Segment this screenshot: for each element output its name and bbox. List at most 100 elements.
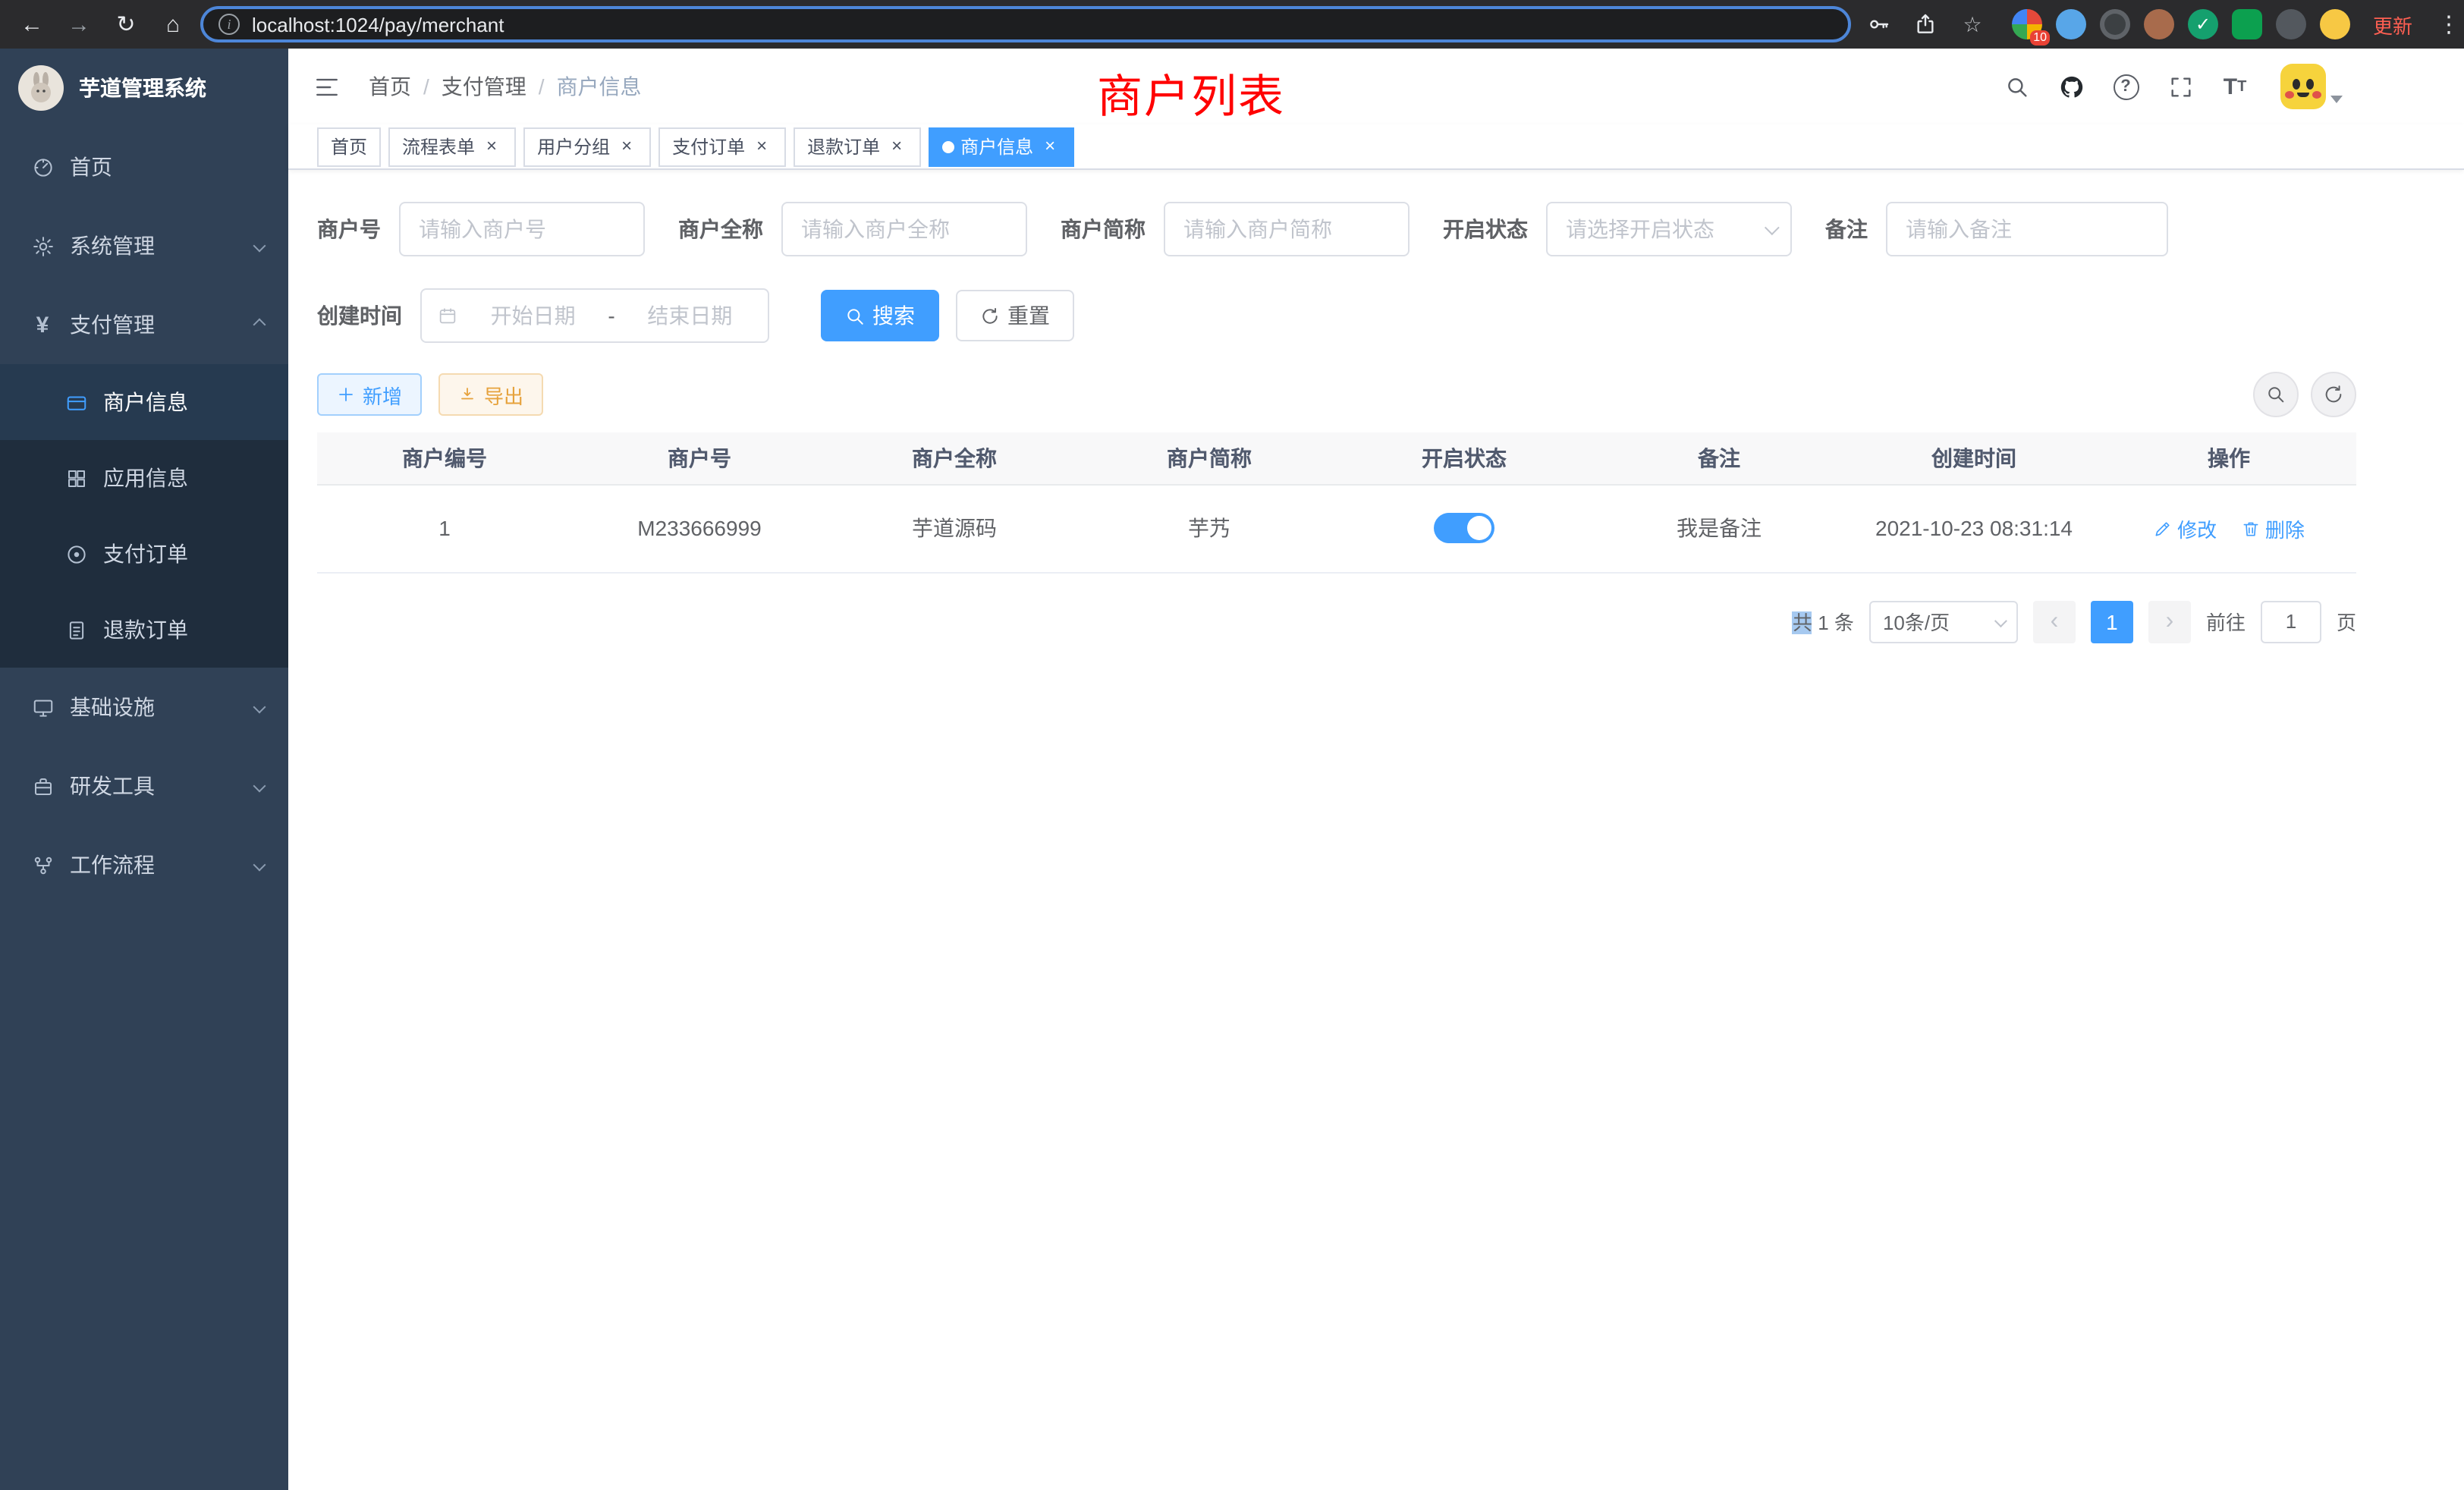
sidebar-item-app-info[interactable]: 应用信息	[0, 440, 288, 516]
tab-merchant-info[interactable]: 商户信息 ×	[929, 127, 1074, 166]
extension-colorful-icon[interactable]: 10	[2012, 9, 2042, 39]
search-button[interactable]: 搜索	[821, 290, 939, 341]
address-bar[interactable]: i localhost:1024/pay/merchant	[200, 6, 1851, 42]
search-icon	[2265, 384, 2286, 405]
edit-label: 修改	[2177, 514, 2217, 542]
password-key-icon[interactable]	[1859, 5, 1898, 44]
sidebar-item-workflow[interactable]: 工作流程	[0, 825, 288, 904]
dashboard-icon	[30, 155, 55, 179]
menu-label: 商户信息	[103, 387, 188, 417]
merchant-no-input[interactable]	[399, 202, 645, 256]
app-window: 芋道管理系统 首页 系统管理 ¥ 支付管理	[0, 49, 2464, 1490]
tab-label: 流程表单	[402, 134, 475, 159]
tab-process-form[interactable]: 流程表单 ×	[388, 127, 516, 166]
fullscreen-icon[interactable]	[2165, 71, 2195, 102]
browser-home-icon[interactable]: ⌂	[153, 5, 193, 44]
merchant-table: 商户编号 商户号 商户全称 商户简称 开启状态 备注 创建时间 操作 1	[317, 432, 2356, 573]
profile-avatar-icon[interactable]	[2320, 9, 2350, 39]
refresh-icon	[980, 306, 1000, 325]
date-range-picker[interactable]: 开始日期 - 结束日期	[420, 288, 769, 343]
sidebar-item-system[interactable]: 系统管理	[0, 206, 288, 285]
tab-home[interactable]: 首页	[317, 127, 381, 166]
toggle-search-button[interactable]	[2253, 372, 2299, 417]
extension-green-check-icon[interactable]: ✓	[2188, 9, 2218, 39]
chrome-update-button[interactable]: 更新	[2373, 10, 2412, 39]
browser-reload-icon[interactable]: ↻	[106, 5, 146, 44]
sidebar-item-payment[interactable]: ¥ 支付管理	[0, 285, 288, 364]
sidebar-item-merchant-info[interactable]: 商户信息	[0, 364, 288, 440]
menu-label: 首页	[70, 152, 112, 182]
page-1-button[interactable]: 1	[2091, 600, 2133, 643]
extension-gray-icon[interactable]	[2276, 9, 2306, 39]
page-size-select[interactable]: 10条/页	[1869, 600, 2018, 643]
tab-close-icon[interactable]: ×	[616, 136, 637, 157]
add-button-label: 新增	[363, 380, 402, 409]
goto-page-input[interactable]	[2261, 600, 2321, 643]
status-toggle[interactable]	[1434, 513, 1494, 543]
export-button[interactable]: 导出	[438, 373, 543, 416]
flow-icon	[30, 853, 55, 877]
share-icon[interactable]	[1906, 5, 1945, 44]
field-create-time: 创建时间 开始日期 - 结束日期	[317, 288, 769, 343]
app-logo[interactable]: 芋道管理系统	[0, 49, 288, 127]
prev-page-button[interactable]: ‹	[2033, 600, 2076, 643]
extension-green-square-icon[interactable]	[2232, 9, 2262, 39]
bookmark-star-icon[interactable]: ☆	[1953, 5, 1992, 44]
breadcrumb-payment[interactable]: 支付管理	[442, 71, 526, 102]
status-select[interactable]: 请选择开启状态	[1546, 202, 1792, 256]
cell-merchant-id: 1	[317, 484, 572, 572]
app-title: 芋道管理系统	[79, 73, 206, 103]
tab-user-group[interactable]: 用户分组 ×	[523, 127, 651, 166]
tab-label: 用户分组	[537, 134, 610, 159]
user-menu[interactable]	[2280, 64, 2343, 109]
search-form-row-2: 创建时间 开始日期 - 结束日期 搜索 重置	[317, 288, 2356, 343]
page-size-value: 10条/页	[1883, 607, 1950, 636]
search-icon[interactable]	[2001, 71, 2032, 102]
browser-menu-icon[interactable]: ⋮	[2429, 5, 2464, 44]
extension-dark-ring-icon[interactable]	[2100, 9, 2130, 39]
full-name-input[interactable]	[781, 202, 1027, 256]
logo-image	[18, 65, 64, 111]
url-text: localhost:1024/pay/merchant	[252, 13, 504, 36]
add-button[interactable]: 新增	[317, 373, 422, 416]
pagination: 共 1 条 10条/页 ‹ 1 › 前往 页	[317, 600, 2356, 643]
gear-icon	[30, 234, 55, 258]
sidebar-item-infrastructure[interactable]: 基础设施	[0, 668, 288, 747]
sidebar-item-dev-tools[interactable]: 研发工具	[0, 747, 288, 825]
edit-link[interactable]: 修改	[2153, 514, 2217, 542]
col-short-name: 商户简称	[1082, 432, 1337, 484]
tab-close-icon[interactable]: ×	[481, 136, 502, 157]
search-form-row-1: 商户号 商户全称 商户简称 开启状态 请选择开启状态	[317, 202, 2356, 256]
toolbar-row: 新增 导出	[317, 372, 2356, 417]
refresh-table-button[interactable]	[2311, 372, 2356, 417]
sidebar-toggle-icon[interactable]	[311, 71, 341, 102]
font-size-icon[interactable]: TT	[2220, 71, 2250, 102]
sidebar-item-home[interactable]: 首页	[0, 127, 288, 206]
tab-refund-orders[interactable]: 退款订单 ×	[794, 127, 921, 166]
cell-create-time: 2021-10-23 08:31:14	[1846, 484, 2101, 572]
tab-close-icon[interactable]: ×	[751, 136, 772, 157]
browser-back-icon[interactable]: ←	[12, 5, 52, 44]
remark-input[interactable]	[1886, 202, 2168, 256]
payment-submenu: 商户信息 应用信息 支付订单 退款订单	[0, 364, 288, 668]
tab-close-icon[interactable]: ×	[1039, 136, 1061, 157]
tab-payment-orders[interactable]: 支付订单 ×	[658, 127, 786, 166]
browser-forward-icon[interactable]: →	[59, 5, 99, 44]
extension-avatar-icon[interactable]	[2144, 9, 2174, 39]
site-info-icon[interactable]: i	[218, 14, 240, 35]
delete-link[interactable]: 删除	[2241, 514, 2305, 542]
extension-blue-icon[interactable]	[2056, 9, 2086, 39]
tab-close-icon[interactable]: ×	[886, 136, 907, 157]
sidebar-item-refund-orders[interactable]: 退款订单	[0, 592, 288, 668]
short-name-input[interactable]	[1164, 202, 1410, 256]
remark-label: 备注	[1825, 214, 1886, 244]
help-icon[interactable]: ?	[2110, 71, 2141, 102]
next-page-button[interactable]: ›	[2148, 600, 2191, 643]
sidebar-item-payment-orders[interactable]: 支付订单	[0, 516, 288, 592]
delete-label: 删除	[2265, 514, 2305, 542]
breadcrumb-current: 商户信息	[557, 71, 642, 102]
github-icon[interactable]	[2056, 71, 2086, 102]
field-remark: 备注	[1825, 202, 2168, 256]
breadcrumb-home[interactable]: 首页	[369, 71, 411, 102]
reset-button[interactable]: 重置	[956, 290, 1074, 341]
